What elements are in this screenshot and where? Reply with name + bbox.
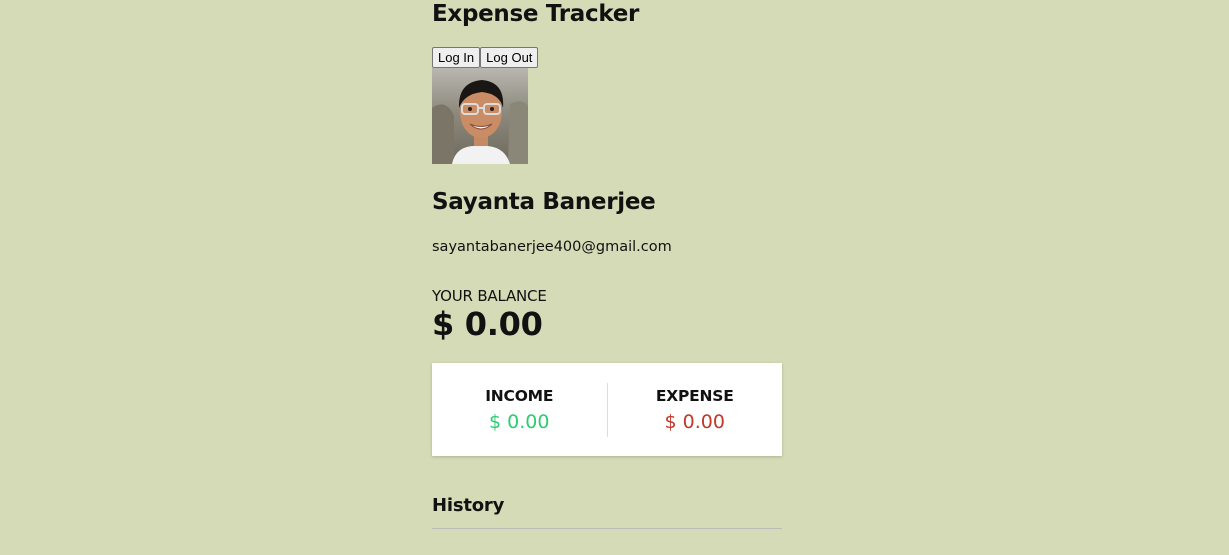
auth-buttons: Log In Log Out [432,47,539,68]
history-title: History [432,494,782,529]
user-name: Sayanta Banerjee [432,189,656,215]
income-expense-card: Income $ 0.00 Expense $ 0.00 [432,363,782,456]
expense-label: Expense [655,386,734,405]
expense-value: $ 0.00 [664,410,725,433]
app-title: Expense Tracker [432,1,640,27]
balance-value: $ 0.00 [432,305,543,343]
income-label: Income [485,386,554,405]
balance-label: YOUR BALANCE [432,287,547,305]
avatar-photo [432,68,528,164]
avatar [432,68,528,164]
income-section: Income $ 0.00 [432,382,608,437]
user-email: sayantabanerjee400@gmail.com [432,239,672,255]
login-button[interactable]: Log In [432,47,481,68]
logout-button[interactable]: Log Out [480,47,539,68]
expense-section: Expense $ 0.00 [608,383,783,437]
income-value: $ 0.00 [489,410,550,433]
